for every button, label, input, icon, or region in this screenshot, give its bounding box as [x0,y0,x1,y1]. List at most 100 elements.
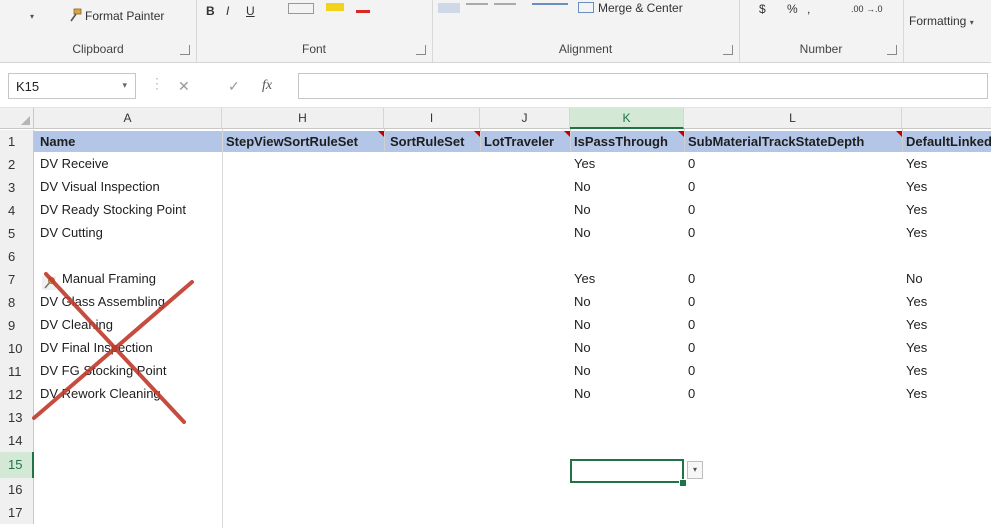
row-header[interactable]: 3 [0,176,34,199]
header-cell-ispassthrough[interactable]: IsPassThrough [574,131,684,152]
font-launcher-icon[interactable] [416,45,426,55]
percent-button[interactable]: % [787,2,798,16]
header-cell-sortruleset[interactable]: SortRuleSet [390,131,480,152]
cell-defaultlinked[interactable]: Yes [906,199,927,221]
cell-depth[interactable]: 0 [688,314,695,336]
cell-name[interactable]: DV Ready Stocking Point [40,199,186,221]
row-header[interactable]: 11 [0,360,34,383]
merge-center-button[interactable]: Merge & Center [578,1,683,15]
comment-indicator[interactable] [378,131,384,137]
column-header-j[interactable]: J [480,108,570,129]
enter-icon[interactable]: ✓ [228,78,240,95]
cell-depth[interactable]: 0 [688,153,695,175]
fill-handle[interactable] [679,479,687,487]
header-cell-name[interactable]: Name [40,131,75,152]
comma-button[interactable]: , [807,2,810,16]
column-header-l[interactable]: L [684,108,902,129]
column-header-a[interactable]: A [34,108,222,129]
paste-dropdown-arrow[interactable]: ▾ [30,12,34,21]
row-header[interactable]: 16 [0,478,34,501]
cell-ispassthrough[interactable]: No [574,337,591,359]
header-cell-submaterialtrackstatedepth[interactable]: SubMaterialTrackStateDepth [688,131,902,152]
fill-color-button[interactable] [326,3,344,11]
cell-ispassthrough[interactable]: Yes [574,268,595,290]
cell-dropdown-button[interactable]: ▾ [687,461,703,479]
cell-depth[interactable]: 0 [688,360,695,382]
clipboard-launcher-icon[interactable] [180,45,190,55]
cell-ispassthrough[interactable]: No [574,222,591,244]
cell-ispassthrough[interactable]: No [574,314,591,336]
align-center-button[interactable] [466,3,488,15]
comment-indicator[interactable] [678,131,684,137]
column-header-k[interactable]: K [570,108,684,129]
row-header[interactable]: 6 [0,245,34,268]
row-header[interactable]: 17 [0,501,34,524]
row-header-selected[interactable]: 15 [0,452,34,478]
format-painter-button[interactable]: Format Painter [68,8,164,23]
bold-button[interactable]: B [206,4,215,18]
cell-defaultlinked[interactable]: Yes [906,176,927,198]
formula-input[interactable] [298,73,988,99]
cell-ispassthrough[interactable]: No [574,291,591,313]
row-header[interactable]: 12 [0,383,34,406]
cell-defaultlinked[interactable]: Yes [906,383,927,405]
number-launcher-icon[interactable] [887,45,897,55]
header-cell-defaultlinked[interactable]: DefaultLinked [906,131,991,152]
selected-cell-k15[interactable] [570,459,684,483]
underline-button[interactable]: U [246,4,255,18]
cell-depth[interactable]: 0 [688,337,695,359]
row-header[interactable]: 4 [0,199,34,222]
alignment-launcher-icon[interactable] [723,45,733,55]
select-all-corner[interactable] [0,108,34,129]
italic-button[interactable]: I [226,4,229,18]
cell-ispassthrough[interactable]: No [574,383,591,405]
cell-name[interactable]: DV Receive [40,153,109,175]
column-header-h[interactable]: H [222,108,384,129]
comment-indicator[interactable] [474,131,480,137]
cell-ispassthrough[interactable]: Yes [574,153,595,175]
cell-ispassthrough[interactable]: No [574,176,591,198]
row-header[interactable]: 9 [0,314,34,337]
cell-defaultlinked[interactable]: Yes [906,314,927,336]
row-header[interactable]: 13 [0,406,34,429]
font-color-button[interactable] [356,2,370,13]
cell-name[interactable]: DV Cutting [40,222,103,244]
row-header[interactable]: 1 [0,130,34,153]
cell-defaultlinked[interactable]: Yes [906,360,927,382]
chevron-down-icon[interactable]: ▾ [122,80,127,91]
cell-depth[interactable]: 0 [688,291,695,313]
comment-indicator[interactable] [896,131,902,137]
row-header[interactable]: 7 [0,268,34,291]
header-cell-stepviewsortruleset[interactable]: StepViewSortRuleSet [226,131,384,152]
row-header[interactable]: 2 [0,153,34,176]
align-left-button[interactable] [438,3,460,13]
cell-defaultlinked[interactable]: Yes [906,153,927,175]
row-header[interactable]: 14 [0,429,34,452]
cell-depth[interactable]: 0 [688,176,695,198]
cell-depth[interactable]: 0 [688,199,695,221]
cell-depth[interactable]: 0 [688,383,695,405]
cell-defaultlinked[interactable]: No [906,268,923,290]
cell-defaultlinked[interactable]: Yes [906,291,927,313]
decimal-buttons[interactable]: .00 →.0 [851,4,883,14]
cell-depth[interactable]: 0 [688,222,695,244]
insert-function-icon[interactable]: fx [262,78,272,94]
cancel-icon[interactable]: ✕ [178,78,190,95]
cell-defaultlinked[interactable]: Yes [906,337,927,359]
indent-buttons[interactable] [532,3,568,15]
borders-button[interactable] [288,3,314,14]
cell-ispassthrough[interactable]: No [574,360,591,382]
header-cell-lottraveler[interactable]: LotTraveler [484,131,570,152]
cell-name[interactable]: DV Visual Inspection [40,176,160,198]
align-right-button[interactable] [494,3,516,15]
conditional-formatting-button[interactable]: Formatting ▾ [909,14,974,28]
row-header[interactable]: 8 [0,291,34,314]
column-header-m[interactable] [902,108,991,129]
column-header-i[interactable]: I [384,108,480,129]
name-box[interactable]: K15 ▾ [8,73,136,99]
cell-defaultlinked[interactable]: Yes [906,222,927,244]
comment-indicator[interactable] [564,131,570,137]
cell-ispassthrough[interactable]: No [574,199,591,221]
currency-button[interactable]: $ [759,2,766,16]
row-header[interactable]: 5 [0,222,34,245]
